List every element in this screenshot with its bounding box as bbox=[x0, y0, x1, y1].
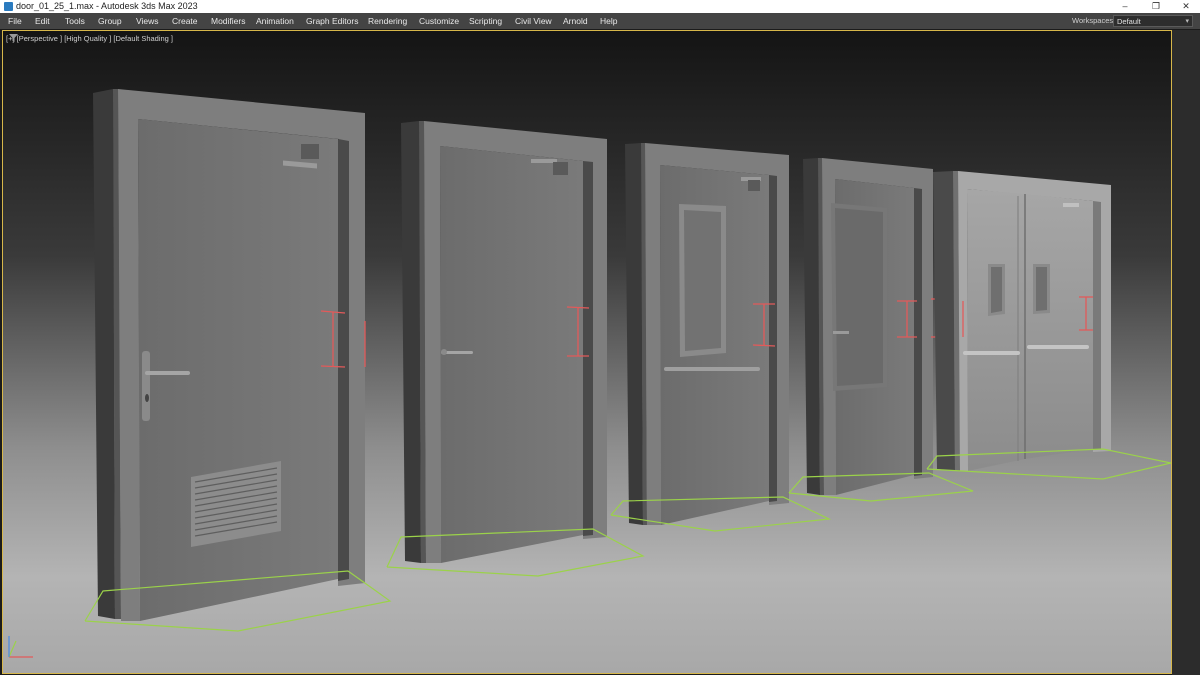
menu-views[interactable]: Views bbox=[136, 13, 159, 29]
viewport-quality-label[interactable]: [High Quality ] bbox=[64, 34, 111, 43]
scene-render bbox=[3, 31, 1171, 673]
menu-scripting[interactable]: Scripting bbox=[469, 13, 502, 29]
menu-edit[interactable]: Edit bbox=[35, 13, 50, 29]
menu-modifiers[interactable]: Modifiers bbox=[211, 13, 245, 29]
viewport-label-bar: [+] [Perspective ] [High Quality ] [Defa… bbox=[6, 34, 173, 43]
menu-customize[interactable]: Customize bbox=[419, 13, 459, 29]
menu-rendering[interactable]: Rendering bbox=[368, 13, 407, 29]
app-icon bbox=[4, 2, 13, 11]
workspaces-dropdown[interactable]: Default ▾ bbox=[1113, 15, 1193, 27]
minimize-button[interactable]: – bbox=[1110, 0, 1140, 13]
window-title: door_01_25_1.max - Autodesk 3ds Max 2023 bbox=[16, 1, 198, 11]
menu-animation[interactable]: Animation bbox=[256, 13, 294, 29]
menu-civil-view[interactable]: Civil View bbox=[515, 13, 552, 29]
menu-create[interactable]: Create bbox=[172, 13, 198, 29]
viewport-shading-label[interactable]: [Default Shading ] bbox=[113, 34, 173, 43]
door-1-louvre[interactable] bbox=[84, 89, 392, 632]
menu-tools[interactable]: Tools bbox=[65, 13, 85, 29]
filter-icon[interactable] bbox=[9, 34, 18, 42]
title-bar: door_01_25_1.max - Autodesk 3ds Max 2023… bbox=[0, 0, 1200, 13]
menu-file[interactable]: File bbox=[8, 13, 22, 29]
workspaces-value: Default bbox=[1117, 17, 1141, 26]
menu-group[interactable]: Group bbox=[98, 13, 122, 29]
viewport-pov-label[interactable]: [Perspective ] bbox=[17, 34, 62, 43]
maximize-button[interactable]: ❐ bbox=[1141, 0, 1171, 13]
perspective-viewport[interactable]: [+] [Perspective ] [High Quality ] [Defa… bbox=[2, 30, 1172, 674]
workspaces-label: Workspaces: bbox=[1072, 16, 1116, 25]
command-panel-edge bbox=[1172, 30, 1200, 675]
menu-help[interactable]: Help bbox=[600, 13, 617, 29]
door-2-plain[interactable] bbox=[386, 121, 645, 577]
menu-bar: File Edit Tools Group Views Create Modif… bbox=[0, 13, 1200, 29]
chevron-down-icon: ▾ bbox=[1185, 18, 1189, 25]
menu-arnold[interactable]: Arnold bbox=[563, 13, 588, 29]
close-button[interactable]: ✕ bbox=[1171, 0, 1200, 13]
menu-graph-editors[interactable]: Graph Editors bbox=[306, 13, 358, 29]
